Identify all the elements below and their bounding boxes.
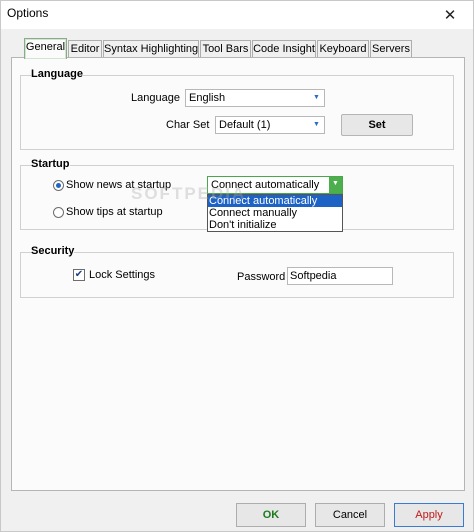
- charset-select[interactable]: Default (1) ▼: [215, 116, 325, 134]
- startup-mode-dropdown: Connect automatically Connect manually D…: [207, 194, 343, 232]
- check-icon: ✔: [74, 269, 84, 280]
- title-bar: Options ✕: [1, 1, 473, 29]
- tab-tool-bars[interactable]: Tool Bars: [200, 40, 251, 58]
- tab-keyboard[interactable]: Keyboard: [317, 40, 369, 58]
- show-news-label[interactable]: Show news at startup: [66, 179, 171, 191]
- startup-mode-select[interactable]: Connect automatically ▼: [207, 176, 343, 194]
- window-title: Options: [7, 6, 49, 20]
- security-group-label: Security: [31, 245, 75, 257]
- show-tips-radio[interactable]: [53, 207, 64, 218]
- tab-syntax-highlighting[interactable]: Syntax Highlighting: [103, 40, 199, 58]
- tab-code-insight[interactable]: Code Insight: [252, 40, 316, 58]
- language-select[interactable]: English ▼: [185, 89, 325, 107]
- radio-selected-dot: [56, 183, 61, 188]
- charset-label: Char Set: [166, 119, 210, 131]
- dropdown-option-connect-manually[interactable]: Connect manually: [208, 207, 342, 219]
- tab-editor[interactable]: Editor: [68, 40, 102, 58]
- language-group-label: Language: [31, 68, 83, 80]
- chevron-down-icon: ▼: [313, 94, 320, 101]
- startup-group: Startup Show news at startup Show tips a…: [20, 158, 454, 232]
- options-dialog: Options ✕ General Editor Syntax Highligh…: [0, 0, 474, 532]
- show-tips-label[interactable]: Show tips at startup: [66, 206, 163, 218]
- chevron-down-icon: ▼: [313, 121, 320, 128]
- chevron-down-icon: ▼: [329, 177, 342, 193]
- show-news-radio[interactable]: [53, 180, 64, 191]
- password-label: Password: [237, 271, 286, 283]
- close-icon[interactable]: ✕: [427, 1, 473, 29]
- language-group: Language Language English ▼ Char Set Def…: [20, 68, 454, 150]
- security-group: Security ✔ Lock Settings Password Softpe…: [20, 245, 454, 298]
- password-field[interactable]: Softpedia: [287, 267, 393, 285]
- startup-group-label: Startup: [31, 158, 70, 170]
- lock-settings-checkbox[interactable]: ✔: [73, 269, 85, 281]
- language-select-value: English: [189, 92, 226, 104]
- startup-mode-value: Connect automatically: [211, 179, 320, 191]
- set-button[interactable]: Set: [341, 114, 413, 136]
- tab-general[interactable]: General: [24, 38, 67, 59]
- apply-button[interactable]: Apply: [394, 503, 464, 527]
- general-panel: Language Language English ▼ Char Set Def…: [11, 57, 465, 491]
- dropdown-option-connect-automatically[interactable]: Connect automatically: [208, 195, 342, 207]
- dropdown-option-dont-initialize[interactable]: Don't initialize: [208, 219, 342, 231]
- charset-select-value: Default (1): [219, 119, 271, 131]
- tab-servers[interactable]: Servers: [370, 40, 412, 58]
- language-label: Language: [131, 92, 180, 104]
- ok-button[interactable]: OK: [236, 503, 306, 527]
- cancel-button[interactable]: Cancel: [315, 503, 385, 527]
- lock-settings-label[interactable]: Lock Settings: [89, 269, 155, 281]
